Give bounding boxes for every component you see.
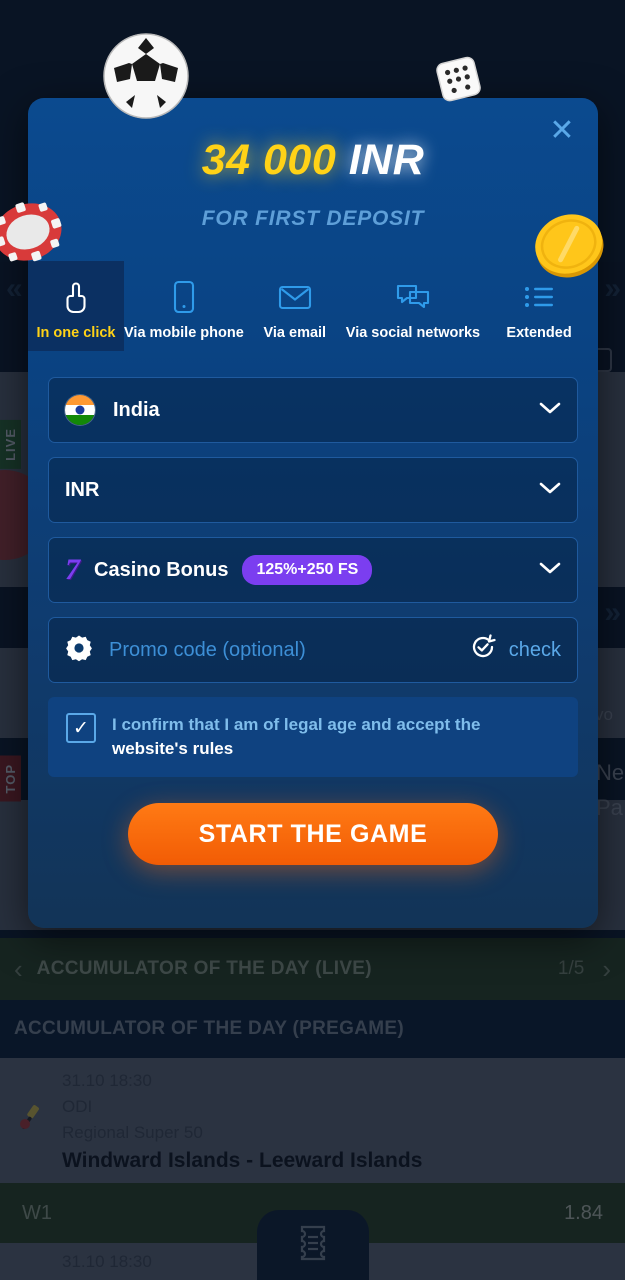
consent-checkbox[interactable]: ✓	[66, 713, 96, 743]
hero-subtitle: FOR FIRST DEPOSIT	[201, 207, 425, 230]
tab-one-click[interactable]: In one click	[28, 261, 124, 351]
currency-select[interactable]: INR	[48, 457, 578, 523]
consent-text-part2: website's rules	[112, 739, 234, 758]
tab-mobile-phone-label: Via mobile phone	[124, 325, 244, 341]
chevron-down-icon[interactable]	[539, 482, 561, 498]
india-flag-icon	[65, 395, 95, 425]
start-the-game-button[interactable]: START THE GAME	[128, 803, 498, 865]
hero-banner: 34 000 INR FOR FIRST DEPOSIT	[28, 98, 598, 231]
consent-row[interactable]: ✓ I confirm that I am of legal age and a…	[48, 697, 578, 777]
hand-pointer-icon	[62, 279, 90, 315]
registration-form: India INR 7 Casino Bonus 125%+250 FS Pro…	[28, 351, 598, 865]
country-select[interactable]: India	[48, 377, 578, 443]
mobile-phone-icon	[172, 279, 196, 315]
tab-one-click-label: In one click	[36, 325, 116, 341]
tab-extended-label: Extended	[506, 325, 572, 341]
registration-tabs: In one click Via mobile phone Via email …	[28, 261, 598, 351]
tab-email[interactable]: Via email	[244, 261, 346, 351]
tab-social-networks-label: Via social networks	[345, 325, 481, 341]
currency-value: INR	[65, 478, 100, 501]
chevron-down-icon[interactable]	[539, 402, 561, 418]
bonus-select[interactable]: 7 Casino Bonus 125%+250 FS	[48, 537, 578, 603]
submit-row: START THE GAME	[48, 803, 578, 865]
hero-amount-value: 34 000	[201, 136, 337, 184]
promo-check-button[interactable]: check	[469, 633, 561, 667]
consent-text-part1: I confirm that I am of legal age and acc…	[112, 715, 481, 734]
tab-extended[interactable]: Extended	[480, 261, 598, 351]
refresh-check-icon	[469, 633, 497, 667]
bonus-value: Casino Bonus	[94, 558, 229, 581]
registration-modal: ✕ 34 000 INR FOR FIRST DEPOSIT In one cl…	[0, 33, 604, 928]
lucky-seven-icon: 7	[65, 553, 80, 586]
promo-code-field[interactable]: Promo code (optional) check	[48, 617, 578, 683]
tab-email-label: Via email	[263, 325, 327, 341]
list-icon	[523, 279, 555, 315]
tab-mobile-phone[interactable]: Via mobile phone	[124, 261, 244, 351]
tab-social-networks[interactable]: Via social networks	[346, 261, 480, 351]
promo-code-input[interactable]: Promo code (optional)	[109, 639, 306, 662]
consent-text: I confirm that I am of legal age and acc…	[112, 713, 560, 761]
chevron-down-icon[interactable]	[539, 562, 561, 578]
hero-amount: 34 000 INR	[28, 136, 598, 185]
close-icon[interactable]: ✕	[540, 108, 584, 152]
promo-check-label: check	[508, 638, 561, 661]
chat-bubbles-icon	[396, 279, 430, 315]
bonus-badge: 125%+250 FS	[242, 555, 373, 585]
screen: « » LIVE ing » vo Ne Pa TOP ‹ ACCUMULATO…	[0, 0, 625, 1280]
gear-icon	[65, 634, 93, 667]
country-value: India	[113, 398, 160, 421]
envelope-icon	[278, 279, 312, 315]
hero-amount-currency: INR	[348, 136, 425, 184]
